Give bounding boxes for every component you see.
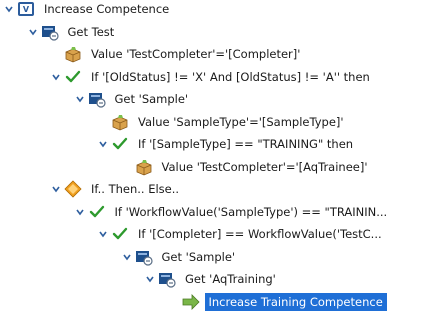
tree-row-label: Get 'Sample' — [114, 92, 189, 106]
tree-row[interactable]: Value 'SampleType'='[SampleType]' — [97, 112, 348, 132]
tree-row-label: If 'WorkflowValue('SampleType') == "TRAI… — [114, 204, 388, 219]
tree-row-label: Get 'AqTraining' — [185, 272, 276, 286]
tree-row-label: Increase Competence — [44, 2, 170, 16]
check-icon — [111, 135, 129, 153]
chevron-down-icon[interactable] — [50, 179, 62, 199]
get-record-icon — [41, 23, 59, 41]
svg-text:V: V — [23, 5, 30, 14]
tree-row-label: Increase Training Competence — [204, 292, 387, 311]
tree-row[interactable]: Increase Training Competence — [168, 292, 387, 312]
tree-row-label: If '[OldStatus] != 'X' And [OldStatus] !… — [91, 69, 370, 84]
tree-row-label: If '[Completer] == WorkflowValue('TestC.… — [138, 227, 382, 241]
tree-row[interactable]: If 'WorkflowValue('SampleType') == "TRAI… — [74, 202, 392, 222]
chevron-down-icon[interactable] — [144, 269, 156, 289]
chevron-down-icon[interactable] — [3, 0, 15, 19]
tree-row[interactable]: Value 'TestCompleter'='[Completer]' — [50, 44, 304, 64]
call-arrow-icon — [182, 293, 200, 311]
tree-row[interactable]: Get Test — [27, 22, 119, 42]
tree-row[interactable]: Get 'Sample' — [74, 89, 193, 109]
workflow-tree: V Increase Competence Get Test Value 'TestC… — [0, 0, 437, 324]
tree-row-label: Value 'TestCompleter'='[AqTrainee]' — [161, 159, 368, 174]
check-icon — [88, 203, 106, 221]
tree-row-label: Value 'TestCompleter'='[Completer]' — [91, 47, 301, 61]
chevron-down-icon[interactable] — [121, 247, 133, 267]
value-box-icon — [111, 113, 129, 131]
tree-row-label: If '[SampleType] == "TRAINING" then — [138, 137, 354, 151]
get-record-icon — [135, 248, 153, 266]
get-record-icon — [88, 90, 106, 108]
chevron-down-icon[interactable] — [50, 67, 62, 87]
chevron-down-icon[interactable] — [97, 224, 109, 244]
tree-row-label: Value 'SampleType'='[SampleType]' — [138, 114, 344, 129]
chevron-down-icon[interactable] — [27, 22, 39, 42]
diamond-icon — [64, 180, 82, 198]
tree-row[interactable]: If '[SampleType] == "TRAINING" then — [97, 134, 357, 154]
tree-row-label: If.. Then.. Else.. — [91, 182, 180, 196]
check-icon — [111, 225, 129, 243]
tree-row-label: Get Test — [67, 24, 115, 39]
tree-row[interactable]: Get 'Sample' — [121, 247, 240, 267]
value-box-icon — [64, 45, 82, 63]
get-record-icon — [158, 270, 176, 288]
tree-row[interactable]: Get 'AqTraining' — [144, 269, 280, 289]
value-box-icon — [135, 158, 153, 176]
chevron-down-icon[interactable] — [74, 89, 86, 109]
function-icon: V — [17, 0, 35, 18]
tree-row-label: Get 'Sample' — [161, 249, 236, 264]
tree-row[interactable]: If.. Then.. Else.. — [50, 179, 183, 199]
tree-row[interactable]: If '[OldStatus] != 'X' And [OldStatus] !… — [50, 67, 374, 87]
chevron-down-icon[interactable] — [74, 202, 86, 222]
chevron-down-icon[interactable] — [97, 134, 109, 154]
tree-row[interactable]: V Increase Competence — [3, 0, 173, 19]
tree-row[interactable]: If '[Completer] == WorkflowValue('TestC.… — [97, 224, 386, 244]
tree-row[interactable]: Value 'TestCompleter'='[AqTrainee]' — [121, 157, 372, 177]
check-icon — [64, 68, 82, 86]
